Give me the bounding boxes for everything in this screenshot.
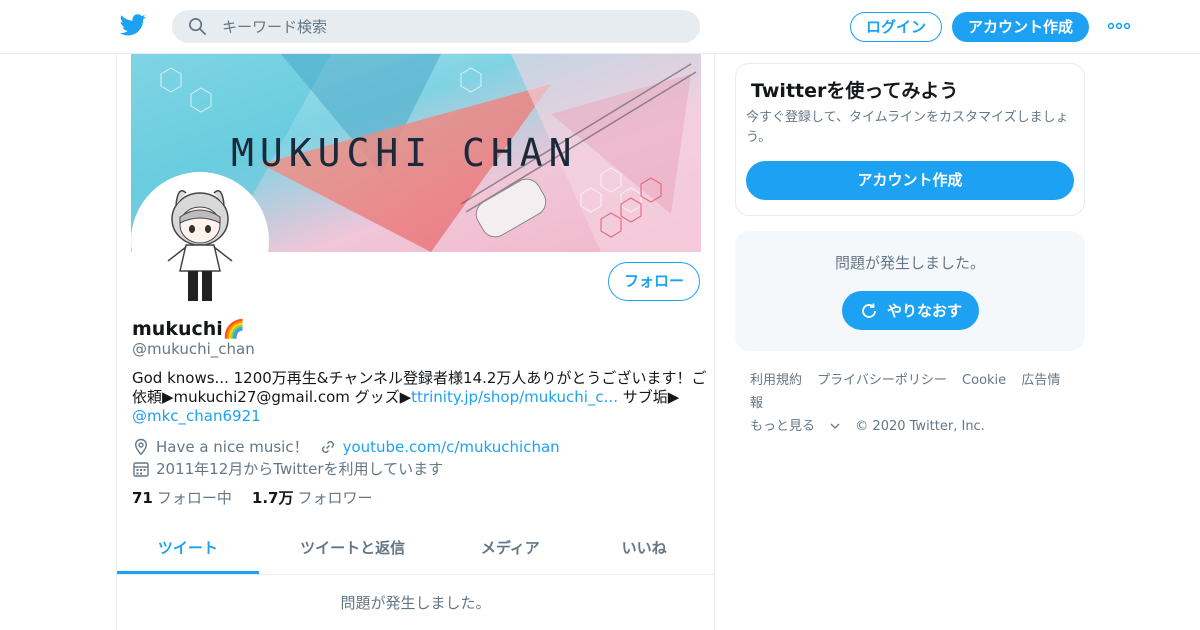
profile-meta-row: Have a nice music！ youtube.com/c/mukuchi… xyxy=(132,436,560,457)
profile-tabs: ツイート ツイートと返信 メディア いいね xyxy=(117,524,714,575)
profile-name: mukuchi🌈 xyxy=(132,318,245,340)
avatar-character-illustration xyxy=(134,175,266,307)
twitter-bird-logo-icon[interactable] xyxy=(120,14,146,36)
followers-count: 1.7万 xyxy=(251,489,294,507)
profile-column: MUKUCHI CHAN フォロー mukuchi🌈 @mukuchi_chan… xyxy=(116,54,715,630)
following-count: 71 xyxy=(132,489,153,507)
followers-count-link[interactable]: 1.7万 フォロワー xyxy=(252,487,373,508)
footer-more-label: もっと見る xyxy=(750,419,816,434)
more-options-icon[interactable] xyxy=(1107,17,1131,35)
search-input[interactable] xyxy=(222,10,682,43)
location-pin-icon xyxy=(134,438,148,455)
signup-card-title: Twitterを使ってみよう xyxy=(751,80,959,102)
search-box[interactable] xyxy=(172,10,700,43)
footer-more-link[interactable]: もっと見る xyxy=(750,419,840,434)
tab-tweets[interactable]: ツイート xyxy=(117,524,259,574)
rainbow-emoji-icon: 🌈 xyxy=(222,319,246,340)
timeline-error-message: 問題が発生しました。 xyxy=(340,594,491,612)
profile-bio: God knows... 1200万再生&チャンネル登録者様14.2万人ありがと… xyxy=(132,369,707,426)
footer-links: 利用規約 プライバシーポリシー Cookie 広告情報 もっと見る © 2020… xyxy=(750,369,1080,438)
banner-title: MUKUCHI CHAN xyxy=(231,131,578,175)
follow-button[interactable]: フォロー xyxy=(608,262,700,301)
refresh-icon xyxy=(862,303,876,318)
profile-joined-date: 2011年12月からTwitterを利用しています xyxy=(156,460,444,478)
bio-sub-account-link[interactable]: @mkc_chan6921 xyxy=(132,407,261,425)
search-icon xyxy=(189,18,206,35)
login-button[interactable]: ログイン xyxy=(850,12,942,42)
signup-button[interactable]: アカウント作成 xyxy=(952,12,1089,42)
profile-location: Have a nice music！ xyxy=(156,438,309,456)
profile-joined-row: 2011年12月からTwitterを利用しています xyxy=(132,458,443,479)
bio-text-2: サブ垢▶ xyxy=(617,388,680,406)
bio-shop-link[interactable]: ttrinity.jp/shop/mukuchi_c... xyxy=(411,388,618,406)
retry-button[interactable]: やりなおす xyxy=(842,291,979,330)
following-count-link[interactable]: 71 フォロー中 xyxy=(132,487,232,508)
profile-website-link[interactable]: youtube.com/c/mukuchichan xyxy=(343,438,560,456)
footer-link-terms[interactable]: 利用規約 xyxy=(750,373,802,388)
link-icon xyxy=(321,440,334,453)
footer-link-privacy[interactable]: プライバシーポリシー xyxy=(817,373,947,388)
sidebar-signup-button[interactable]: アカウント作成 xyxy=(746,161,1074,200)
signup-card-text: 今すぐ登録して、タイムラインをカスタマイズしましょう。 xyxy=(746,110,1069,145)
footer-copyright: © 2020 Twitter, Inc. xyxy=(855,419,985,434)
sidebar-error-card: 問題が発生しました。 やりなおす xyxy=(735,231,1085,351)
retry-label: やりなおす xyxy=(886,302,962,320)
calendar-icon xyxy=(133,461,149,477)
footer-link-cookie[interactable]: Cookie xyxy=(962,373,1006,388)
profile-counts: 71 フォロー中 1.7万 フォロワー xyxy=(132,487,392,508)
following-label: フォロー中 xyxy=(156,489,232,507)
followers-label: フォロワー xyxy=(297,489,373,507)
chevron-down-icon xyxy=(830,423,840,429)
tab-tweets-and-replies[interactable]: ツイートと返信 xyxy=(259,524,447,574)
profile-name-text: mukuchi xyxy=(132,318,223,340)
top-navigation-bar: ログイン アカウント作成 xyxy=(0,0,1200,54)
profile-avatar[interactable] xyxy=(131,172,269,310)
tab-media[interactable]: メディア xyxy=(446,524,574,574)
profile-handle: @mukuchi_chan xyxy=(132,340,255,358)
tab-likes[interactable]: いいね xyxy=(574,524,714,574)
sidebar-error-message: 問題が発生しました。 xyxy=(834,254,985,272)
signup-prompt-card: Twitterを使ってみよう 今すぐ登録して、タイムラインをカスタマイズしましょ… xyxy=(735,63,1085,216)
